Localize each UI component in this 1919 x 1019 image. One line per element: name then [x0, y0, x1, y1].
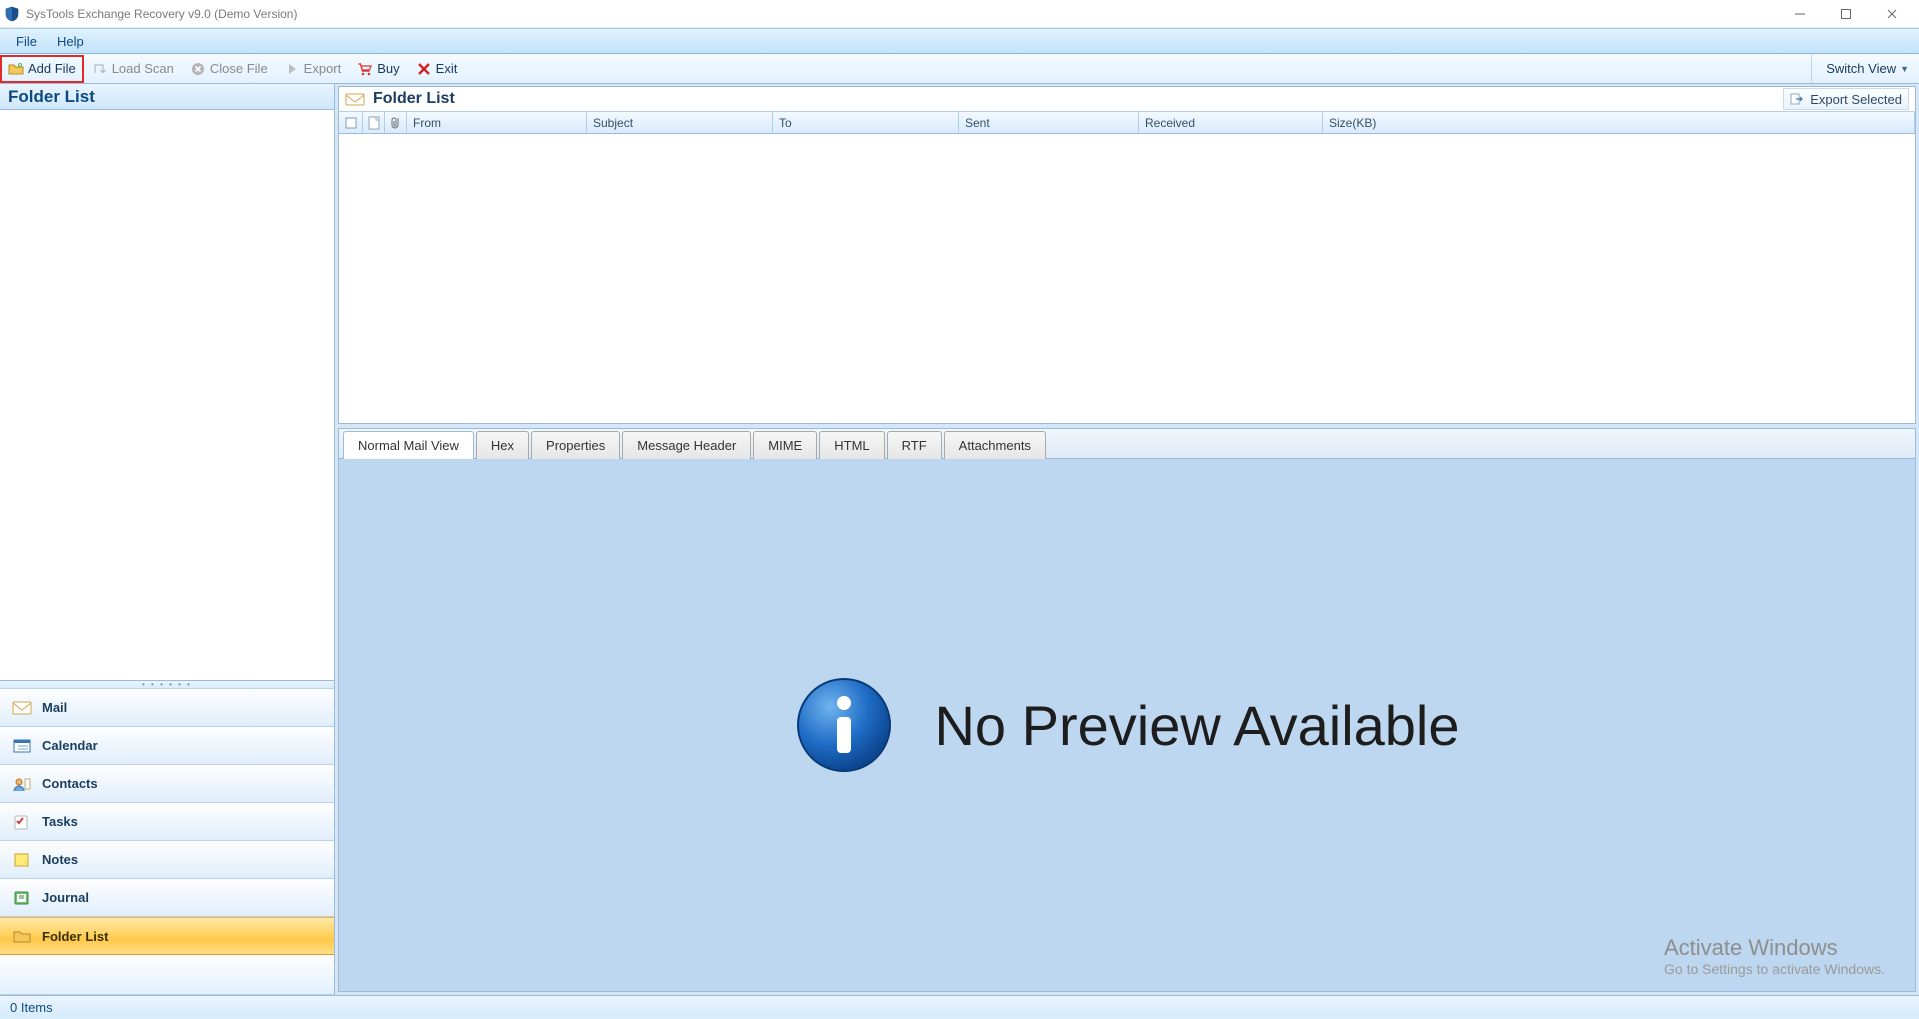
nav-journal[interactable]: Journal — [0, 879, 334, 917]
preview-tabstrip: Normal Mail View Hex Properties Message … — [339, 429, 1915, 459]
tasks-icon — [12, 813, 32, 831]
nav-spacer — [0, 955, 334, 995]
col-sent[interactable]: Sent — [959, 112, 1139, 133]
export-selected-button[interactable]: Export Selected — [1783, 88, 1909, 110]
close-file-icon — [190, 61, 206, 77]
tab-html[interactable]: HTML — [819, 431, 884, 459]
exit-label: Exit — [436, 61, 458, 76]
close-file-button[interactable]: Close File — [182, 55, 276, 83]
toolbar-right: Switch View ▼ — [1811, 54, 1919, 83]
contacts-icon — [12, 775, 32, 793]
cart-icon — [357, 61, 373, 77]
mail-icon — [12, 699, 32, 717]
activate-windows-watermark: Activate Windows Go to Settings to activ… — [1664, 935, 1885, 977]
nav-journal-label: Journal — [42, 890, 89, 905]
preview-area: Normal Mail View Hex Properties Message … — [338, 428, 1916, 992]
buy-label: Buy — [377, 61, 399, 76]
add-file-button[interactable]: Add File — [0, 55, 84, 83]
statusbar: 0 Items — [0, 995, 1919, 1019]
toolbar-left: Add File Load Scan Close File Export Buy — [0, 54, 465, 83]
splitter-grip[interactable]: • • • • • • — [0, 681, 334, 689]
nav-tasks[interactable]: Tasks — [0, 803, 334, 841]
tab-properties[interactable]: Properties — [531, 431, 620, 459]
app-shield-icon — [4, 6, 20, 22]
col-subject[interactable]: Subject — [587, 112, 773, 133]
tab-normal-mail-view[interactable]: Normal Mail View — [343, 431, 474, 459]
switch-view-label: Switch View — [1826, 61, 1896, 76]
right-column: Folder List Export Selected From Subject… — [335, 84, 1919, 995]
grid-header: From Subject To Sent Received Size(KB) — [338, 112, 1916, 134]
preview-body: No Preview Available Activate Windows Go… — [339, 459, 1915, 991]
info-icon — [794, 675, 894, 775]
left-column: Folder List • • • • • • Mail Calendar Co… — [0, 84, 335, 995]
col-item-icon[interactable] — [363, 112, 385, 133]
watermark-line2: Go to Settings to activate Windows. — [1664, 961, 1885, 977]
switch-view-button[interactable]: Switch View ▼ — [1811, 54, 1919, 83]
tab-rtf[interactable]: RTF — [887, 431, 942, 459]
nav-notes[interactable]: Notes — [0, 841, 334, 879]
export-button[interactable]: Export — [276, 55, 350, 83]
col-received[interactable]: Received — [1139, 112, 1323, 133]
folder-list-header: Folder List — [0, 84, 334, 110]
watermark-line1: Activate Windows — [1664, 935, 1885, 961]
panel-title: Folder List — [373, 90, 455, 108]
add-file-label: Add File — [28, 61, 76, 76]
menubar: File Help — [0, 28, 1919, 54]
maximize-button[interactable] — [1823, 0, 1869, 28]
nav-mail[interactable]: Mail — [0, 689, 334, 727]
toolbar: Add File Load Scan Close File Export Buy — [0, 54, 1919, 84]
folder-tree[interactable] — [0, 110, 334, 681]
no-preview-text: No Preview Available — [934, 693, 1459, 758]
folder-icon — [12, 927, 32, 945]
col-checkbox[interactable] — [339, 112, 363, 133]
nav-contacts[interactable]: Contacts — [0, 765, 334, 803]
window-controls — [1777, 0, 1915, 28]
main-area: Folder List • • • • • • Mail Calendar Co… — [0, 84, 1919, 995]
col-to[interactable]: To — [773, 112, 959, 133]
close-file-label: Close File — [210, 61, 268, 76]
buy-button[interactable]: Buy — [349, 55, 407, 83]
nav-contacts-label: Contacts — [42, 776, 98, 791]
nav-calendar-label: Calendar — [42, 738, 98, 753]
menu-file[interactable]: File — [6, 29, 47, 53]
nav-tasks-label: Tasks — [42, 814, 78, 829]
titlebar: SysTools Exchange Recovery v9.0 (Demo Ve… — [0, 0, 1919, 28]
panel-header: Folder List Export Selected — [338, 86, 1916, 112]
folder-open-icon — [8, 61, 24, 77]
col-attachment-icon[interactable] — [385, 112, 407, 133]
tab-message-header[interactable]: Message Header — [622, 431, 751, 459]
nav-notes-label: Notes — [42, 852, 78, 867]
close-button[interactable] — [1869, 0, 1915, 28]
minimize-button[interactable] — [1777, 0, 1823, 28]
col-from[interactable]: From — [407, 112, 587, 133]
tab-hex[interactable]: Hex — [476, 431, 529, 459]
nav-list: Mail Calendar Contacts Tasks Notes Journ… — [0, 689, 334, 995]
load-scan-icon — [92, 61, 108, 77]
grid-body[interactable] — [338, 134, 1916, 424]
export-arrow-icon — [1790, 92, 1804, 106]
exit-x-icon — [416, 61, 432, 77]
nav-mail-label: Mail — [42, 700, 67, 715]
nav-folder-list-label: Folder List — [42, 929, 108, 944]
tab-mime[interactable]: MIME — [753, 431, 817, 459]
journal-icon — [12, 889, 32, 907]
nav-calendar[interactable]: Calendar — [0, 727, 334, 765]
window-title: SysTools Exchange Recovery v9.0 (Demo Ve… — [26, 7, 1777, 21]
col-size[interactable]: Size(KB) — [1323, 112, 1915, 133]
exit-button[interactable]: Exit — [408, 55, 466, 83]
envelope-icon — [345, 91, 365, 107]
status-item-count: 0 Items — [10, 1000, 53, 1015]
load-scan-button[interactable]: Load Scan — [84, 55, 182, 83]
nav-folder-list[interactable]: Folder List — [0, 917, 334, 955]
export-icon — [284, 61, 300, 77]
export-label: Export — [304, 61, 342, 76]
notes-icon — [12, 851, 32, 869]
calendar-icon — [12, 737, 32, 755]
tab-attachments[interactable]: Attachments — [944, 431, 1046, 459]
load-scan-label: Load Scan — [112, 61, 174, 76]
chevron-down-icon: ▼ — [1900, 64, 1909, 74]
export-selected-label: Export Selected — [1810, 92, 1902, 107]
menu-help[interactable]: Help — [47, 29, 94, 53]
